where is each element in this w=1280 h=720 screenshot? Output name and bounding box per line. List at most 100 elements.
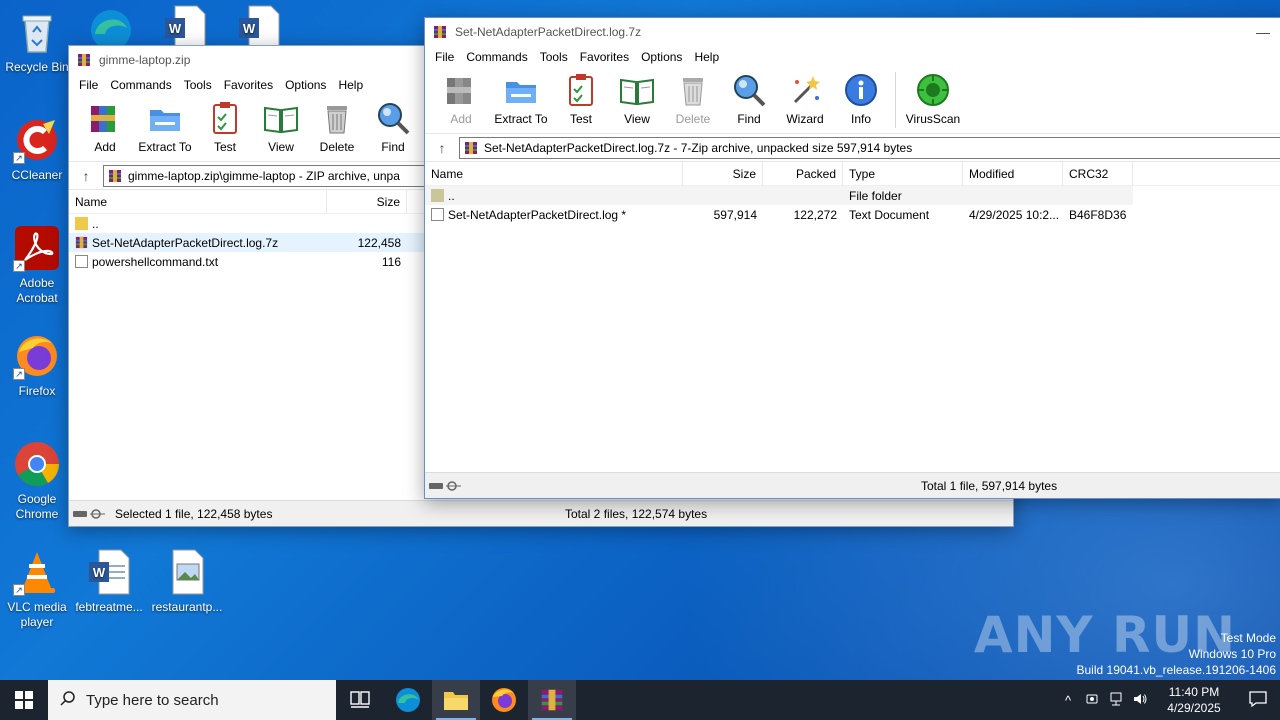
system-tray: ^ 11:40 PM 4/29/2025 <box>1056 680 1280 720</box>
info-button[interactable]: Info <box>833 68 889 126</box>
file-list[interactable]: Name Size Packed Type Modified CRC32 .. … <box>425 162 1280 472</box>
menu-help[interactable]: Help <box>332 78 369 92</box>
desktop-icon-google-chrome[interactable]: Google Chrome <box>0 440 74 522</box>
menu-commands[interactable]: Commands <box>460 50 533 64</box>
network-icon[interactable] <box>1104 692 1128 709</box>
window-titlebar[interactable]: Set-NetAdapterPacketDirect.log.7z — <box>425 18 1280 46</box>
list-item[interactable]: .. File folder <box>425 186 1133 205</box>
menu-file[interactable]: File <box>429 50 460 64</box>
desktop-icon-febtreatme[interactable]: W febtreatme... <box>72 548 146 615</box>
extract-to-button[interactable]: Extract To <box>133 96 197 154</box>
taskbar-firefox[interactable] <box>480 680 528 720</box>
task-view-button[interactable] <box>336 680 384 720</box>
find-button[interactable]: Find <box>365 96 421 154</box>
menu-favorites[interactable]: Favorites <box>218 78 279 92</box>
firefox-icon: ↗ <box>13 332 61 380</box>
menu-favorites[interactable]: Favorites <box>574 50 635 64</box>
list-item[interactable]: Set-NetAdapterPacketDirect.log * 597,914… <box>425 205 1280 224</box>
taskbar: Type here to search ^ 11:40 PM 4/29/2025 <box>0 680 1280 720</box>
taskbar-edge[interactable] <box>384 680 432 720</box>
virusscan-button[interactable]: VirusScan <box>902 68 964 126</box>
search-icon <box>60 690 76 710</box>
desktop-icon-ccleaner[interactable]: ↗ CCleaner <box>0 116 74 183</box>
view-button[interactable]: View <box>253 96 309 154</box>
shortcut-arrow-icon: ↗ <box>13 152 25 164</box>
window-title: Set-NetAdapterPacketDirect.log.7z <box>455 25 642 39</box>
taskbar-winrar[interactable] <box>528 680 576 720</box>
menu-options[interactable]: Options <box>279 78 332 92</box>
menu-options[interactable]: Options <box>635 50 688 64</box>
column-header: Name Size Packed Type Modified CRC32 <box>425 162 1280 186</box>
info-icon <box>845 74 877 106</box>
file-list[interactable]: Name Size .. Set-NetAdapterPacketDirect.… <box>69 190 425 502</box>
text-file-icon <box>431 207 444 221</box>
column-size[interactable]: Size <box>327 190 407 214</box>
menu-help[interactable]: Help <box>688 50 725 64</box>
address-text: Set-NetAdapterPacketDirect.log.7z - 7-Zi… <box>484 140 913 155</box>
search-box[interactable]: Type here to search <box>48 680 336 720</box>
start-button[interactable] <box>0 680 48 720</box>
wizard-button[interactable]: Wizard <box>777 68 833 126</box>
meet-now-icon[interactable] <box>1080 692 1104 709</box>
shortcut-arrow-icon: ↗ <box>13 584 25 596</box>
menu-commands[interactable]: Commands <box>104 78 177 92</box>
chrome-icon <box>13 440 61 488</box>
column-name[interactable]: Name <box>425 162 683 186</box>
clock[interactable]: 11:40 PM 4/29/2025 <box>1152 684 1236 716</box>
window-title: gimme-laptop.zip <box>99 53 191 67</box>
chevron-up-icon[interactable]: ^ <box>1056 693 1080 708</box>
desktop-icon-recycle-bin[interactable]: Recycle Bin <box>0 8 74 75</box>
winrar-window-7z[interactable]: Set-NetAdapterPacketDirect.log.7z — File… <box>424 17 1280 499</box>
test-button[interactable]: Test <box>197 96 253 154</box>
add-button[interactable]: Add <box>433 68 489 126</box>
list-item[interactable]: .. <box>69 214 425 233</box>
test-button[interactable]: Test <box>553 68 609 126</box>
list-item[interactable]: Set-NetAdapterPacketDirect.log.7z 122,45… <box>69 233 425 252</box>
minimize-button[interactable]: — <box>1243 24 1280 40</box>
column-type[interactable]: Type <box>843 162 963 186</box>
notification-icon[interactable] <box>1236 690 1280 710</box>
delete-button[interactable]: Delete <box>309 96 365 154</box>
address-field[interactable]: Set-NetAdapterPacketDirect.log.7z - 7-Zi… <box>459 136 1280 159</box>
taskbar-file-explorer[interactable] <box>432 680 480 720</box>
volume-icon[interactable] <box>1128 692 1152 709</box>
desktop-icon-firefox[interactable]: ↗ Firefox <box>0 332 74 399</box>
menu-file[interactable]: File <box>73 78 104 92</box>
desktop-icon-restaurantp[interactable]: restaurantp... <box>150 548 224 615</box>
add-button[interactable]: Add <box>77 96 133 154</box>
folder-icon <box>444 692 468 710</box>
clock-time: 11:40 PM <box>1168 685 1220 699</box>
test-mode-text: Test Mode <box>1220 631 1276 645</box>
column-modified[interactable]: Modified <box>963 162 1063 186</box>
column-size[interactable]: Size <box>683 162 763 186</box>
desktop-icon-label: restaurantp... <box>151 600 223 614</box>
up-arrow-icon[interactable]: ↑ <box>69 168 103 184</box>
delete-button[interactable]: Delete <box>665 68 721 126</box>
desktop-icon-adobe-acrobat[interactable]: ↗ Adobe Acrobat <box>0 224 74 306</box>
desktop-icon-vlc[interactable]: ↗ VLC media player <box>0 548 74 630</box>
column-packed[interactable]: Packed <box>763 162 843 186</box>
menubar: File Commands Tools Favorites Options He… <box>425 46 1280 68</box>
find-button[interactable]: Find <box>721 68 777 126</box>
desktop-icon-label: VLC media player <box>7 600 67 629</box>
clipboard-check-icon <box>569 74 593 106</box>
svg-text:W: W <box>243 21 256 36</box>
extract-to-button[interactable]: Extract To <box>489 68 553 126</box>
column-crc32[interactable]: CRC32 <box>1063 162 1133 186</box>
view-button[interactable]: View <box>609 68 665 126</box>
folder-extract-icon <box>150 110 180 131</box>
trash-can-icon <box>683 78 703 106</box>
build-text: Build 19041.vb_release.191206-1406 <box>1076 663 1277 677</box>
winrar-icon <box>434 26 446 38</box>
winrar-icon <box>109 169 121 182</box>
drive-icon[interactable] <box>69 508 109 519</box>
drive-icon[interactable] <box>425 480 465 491</box>
address-field[interactable]: gimme-laptop.zip\gimme-laptop - ZIP arch… <box>103 164 425 187</box>
search-placeholder: Type here to search <box>86 691 219 709</box>
menu-tools[interactable]: Tools <box>534 50 574 64</box>
folder-extract-icon <box>506 82 536 103</box>
up-arrow-icon[interactable]: ↑ <box>425 140 459 156</box>
list-item[interactable]: powershellcommand.txt 116 <box>69 252 425 271</box>
menu-tools[interactable]: Tools <box>178 78 218 92</box>
column-name[interactable]: Name <box>69 190 327 214</box>
